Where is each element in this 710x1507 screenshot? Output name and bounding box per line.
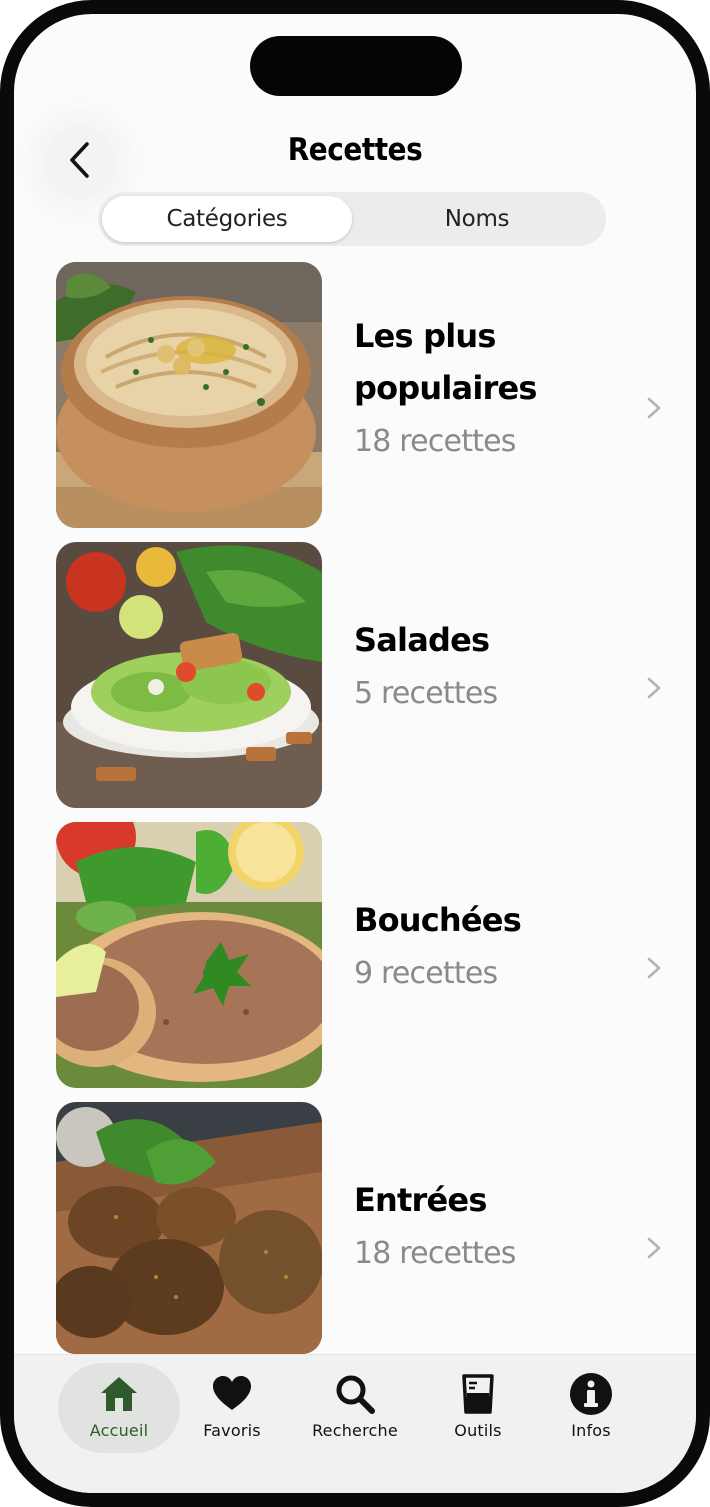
heart-icon	[212, 1371, 252, 1417]
category-count: 9 recettes	[354, 956, 498, 991]
chevron-right-icon	[646, 956, 662, 985]
tab-outils[interactable]: Outils	[417, 1363, 539, 1453]
category-count: 5 recettes	[354, 676, 498, 711]
tab-accueil[interactable]: Accueil	[58, 1363, 180, 1453]
tab-favoris[interactable]: Favoris	[171, 1363, 293, 1453]
category-title-line: Salades	[354, 621, 490, 659]
category-image-falafel	[56, 1102, 322, 1354]
tab-label: Favoris	[203, 1421, 261, 1440]
tab-recherche[interactable]: Recherche	[294, 1363, 416, 1453]
category-count: 18 recettes	[354, 1236, 516, 1271]
category-title-line: Entrées	[354, 1181, 487, 1219]
category-image-flatbread	[56, 822, 322, 1088]
chevron-right-icon	[646, 1236, 662, 1265]
category-row-bouchees[interactable]: Bouchées 9 recettes	[14, 820, 696, 1088]
category-title-line: populaires	[354, 369, 537, 407]
house-icon	[99, 1371, 139, 1417]
search-icon	[334, 1371, 376, 1417]
category-text: Salades 5 recettes	[354, 614, 624, 722]
category-row-salades[interactable]: Salades 5 recettes	[14, 540, 696, 808]
category-title-line: Bouchées	[354, 901, 522, 939]
tab-infos[interactable]: Infos	[530, 1363, 652, 1453]
category-title-line: Les plus	[354, 317, 496, 355]
tab-label: Recherche	[312, 1421, 398, 1440]
page-title: Recettes	[287, 132, 423, 168]
tab-label: Outils	[454, 1421, 502, 1440]
category-text: Les plus populaires 18 recettes	[354, 310, 624, 470]
tab-bar: Accueil Favoris Recherche Outils Infos	[14, 1354, 696, 1493]
segmented-control: Catégories Noms	[98, 192, 606, 246]
category-count: 18 recettes	[354, 424, 516, 459]
phone-frame: Recettes Catégories Noms Les plus popula…	[0, 0, 710, 1507]
dynamic-island	[250, 36, 462, 96]
category-row-populaires[interactable]: Les plus populaires 18 recettes	[14, 260, 696, 528]
category-row-entrees[interactable]: Entrées 18 recettes	[14, 1100, 696, 1366]
chevron-right-icon	[646, 396, 662, 425]
tab-label: Infos	[571, 1421, 611, 1440]
category-text: Bouchées 9 recettes	[354, 894, 624, 1002]
info-icon	[569, 1371, 613, 1417]
chevron-right-icon	[646, 676, 662, 705]
tab-label: Accueil	[89, 1421, 149, 1440]
measuring-cup-icon	[461, 1371, 495, 1417]
category-image-hummus	[56, 262, 322, 528]
category-image-salad	[56, 542, 322, 808]
category-text: Entrées 18 recettes	[354, 1174, 624, 1282]
segment-categories[interactable]: Catégories	[102, 196, 352, 242]
segment-names[interactable]: Noms	[352, 196, 602, 242]
